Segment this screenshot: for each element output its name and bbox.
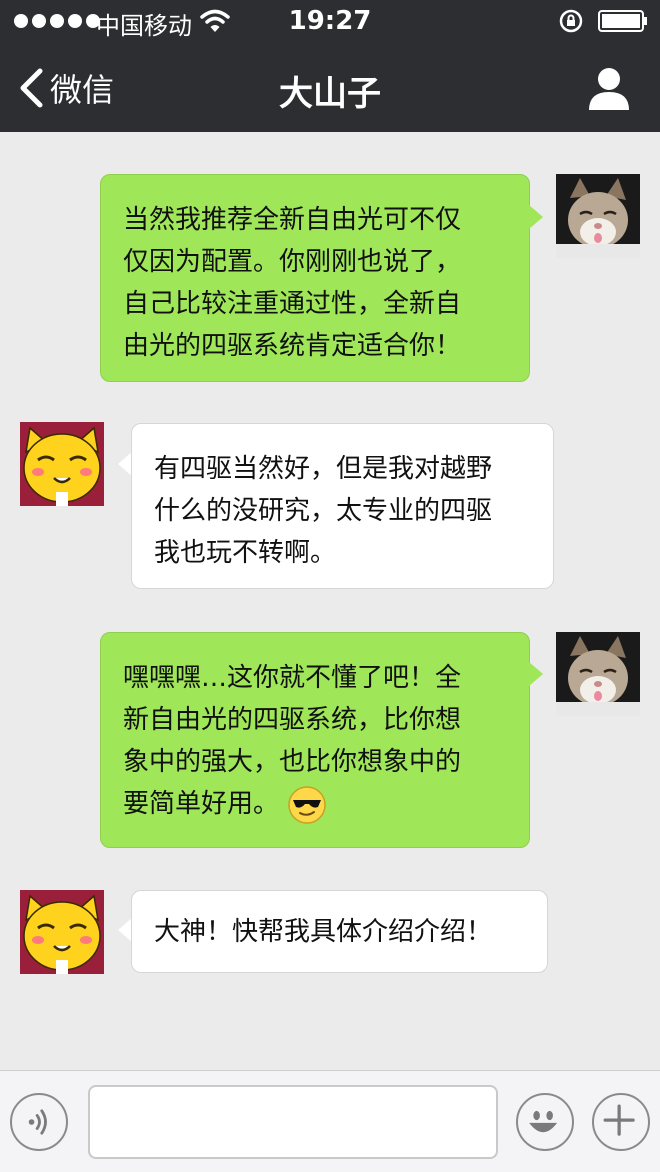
message-line: 有四驱当然好，但是我对越野 bbox=[154, 454, 493, 484]
message-line: 什么的没研究，太专业的四驱 bbox=[154, 496, 493, 526]
message-line: 大神！快帮我具体介绍介绍！ bbox=[154, 917, 493, 947]
message-bubble[interactable]: 当然我推荐全新自由光可不仅 仅因为配置。你刚刚也说了， 自己比较注重通过性，全新… bbox=[100, 174, 530, 382]
cat-photo-avatar[interactable] bbox=[556, 174, 640, 258]
bubble-tail bbox=[529, 205, 543, 229]
emoji-button[interactable] bbox=[516, 1093, 574, 1151]
plus-button[interactable] bbox=[592, 1093, 650, 1151]
bubble-tail bbox=[529, 662, 543, 686]
message-line: 象中的强大，也比你想象中的 bbox=[123, 747, 462, 777]
sunglasses-smiley-icon bbox=[288, 785, 326, 824]
page-title: 大山子 bbox=[279, 74, 381, 114]
nav-bar: 微信 大山子 bbox=[0, 44, 660, 132]
message-line: 我也玩不转啊。 bbox=[154, 538, 337, 568]
message-line: 要简单好用。 bbox=[123, 789, 280, 819]
cartoon-cat-avatar[interactable] bbox=[20, 422, 104, 506]
message-line: 由光的四驱系统肯定适合你！ bbox=[123, 331, 462, 361]
bubble-tail bbox=[118, 918, 132, 942]
bubble-tail bbox=[118, 452, 132, 476]
message-input[interactable] bbox=[88, 1085, 498, 1159]
message-line-with-emoji: 要简单好用。 bbox=[123, 783, 509, 825]
message-line: 嘿嘿嘿…这你就不懂了吧！全 bbox=[123, 663, 462, 693]
plus-icon bbox=[603, 1104, 635, 1136]
voice-icon bbox=[28, 1109, 47, 1135]
person-icon[interactable] bbox=[584, 64, 634, 112]
message-bubble[interactable]: 大神！快帮我具体介绍介绍！ bbox=[131, 890, 548, 973]
message-line: 新自由光的四驱系统，比你想 bbox=[123, 705, 462, 735]
cat-photo-avatar[interactable] bbox=[556, 632, 640, 716]
cartoon-cat-avatar[interactable] bbox=[20, 890, 104, 974]
message-line: 仅因为配置。你刚刚也说了， bbox=[123, 247, 462, 277]
status-bar: 中国移动 19:27 bbox=[0, 0, 660, 44]
message-bubble[interactable]: 有四驱当然好，但是我对越野 什么的没研究，太专业的四驱 我也玩不转啊。 bbox=[131, 423, 554, 589]
voice-button[interactable] bbox=[10, 1093, 68, 1151]
battery-icon bbox=[598, 10, 647, 32]
message-line: 自己比较注重通过性，全新自 bbox=[123, 289, 462, 319]
top-bar: 中国移动 19:27 微信 大山子 bbox=[0, 0, 660, 132]
message-line: 当然我推荐全新自由光可不仅 bbox=[123, 205, 462, 235]
input-bar bbox=[0, 1070, 660, 1172]
message-bubble[interactable]: 嘿嘿嘿…这你就不懂了吧！全 新自由光的四驱系统，比你想 象中的强大，也比你想象中… bbox=[100, 632, 530, 848]
emoji-icon bbox=[529, 1110, 558, 1133]
rotation-lock-icon bbox=[559, 9, 583, 33]
